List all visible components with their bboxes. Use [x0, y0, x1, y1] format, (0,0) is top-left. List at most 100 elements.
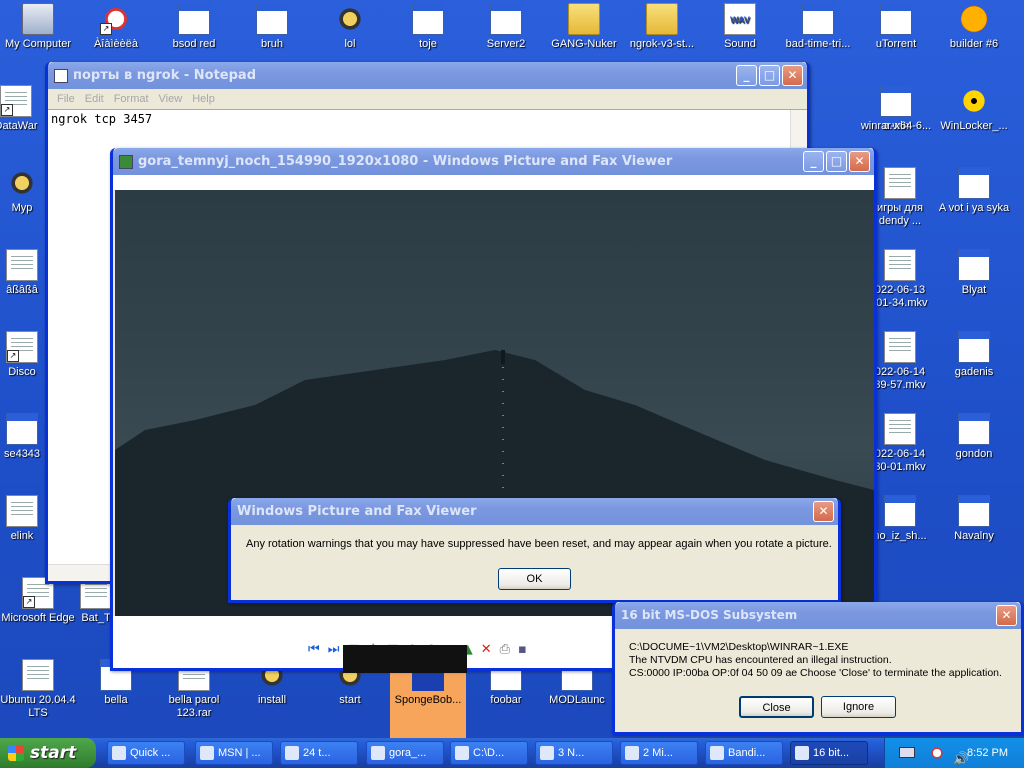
app-shortcut-icon [100, 3, 132, 35]
desktop-icon-utorrent[interactable]: uTorrent [858, 3, 934, 51]
save-icon[interactable]: ▪ [518, 642, 527, 657]
taskbar-item-16bit[interactable]: 16 bit... [790, 741, 868, 765]
desktop-icon-gang-nuker[interactable]: GANG-Nuker [546, 3, 622, 51]
desktop-icon-winlocker[interactable]: WinLocker_... [936, 85, 1012, 133]
desktop-icon-server2[interactable]: Server2 [468, 3, 544, 51]
desktop-icon-datawar[interactable]: DataWar [0, 85, 46, 133]
close-button[interactable]: ✕ [996, 605, 1017, 626]
maximize-button[interactable]: □ [759, 65, 780, 86]
viewer-top-band [113, 175, 874, 190]
taskbar-item-msn[interactable]: MSN | ... [195, 741, 273, 765]
document-icon [6, 495, 38, 527]
close-button[interactable]: ✕ [813, 501, 834, 522]
document-icon [6, 249, 38, 281]
orange-face-icon [958, 3, 990, 35]
desktop-icon-lol[interactable]: lol [312, 3, 388, 51]
menu-view[interactable]: View [159, 93, 183, 105]
dos-dialog-titlebar[interactable]: 16 bit MS-DOS Subsystem ✕ [615, 602, 1021, 629]
rotation-warning-dialog[interactable]: Windows Picture and Fax Viewer ✕ Any rot… [228, 498, 841, 603]
taskbar-item-gora[interactable]: gora_... [366, 741, 444, 765]
window-icon [6, 413, 38, 445]
taskbar-item-cmd[interactable]: C:\D... [450, 741, 528, 765]
minimize-button[interactable]: _ [736, 65, 757, 86]
desktop-icon-bsod-red[interactable]: bsod red [156, 3, 232, 51]
notepad-titlebar[interactable]: порты в ngrok - Notepad _ □ ✕ [48, 62, 807, 89]
next-image-icon[interactable]: ⏭ [328, 642, 340, 657]
desktop-icon-edge[interactable]: Microsoft Edge [0, 577, 76, 625]
viewer-titlebar[interactable]: gora_temnyj_noch_154990_1920x1080 - Wind… [113, 148, 874, 175]
window-icon [958, 249, 990, 281]
app-icon [6, 167, 38, 199]
taskbar-item-bandi[interactable]: Bandi... [705, 741, 783, 765]
document-icon [884, 331, 916, 363]
desktop-icon-ubuntu[interactable]: Ubuntu 20.04.4 LTS [0, 659, 76, 720]
ms-dos-subsystem-dialog[interactable]: 16 bit MS-DOS Subsystem ✕ C:\DOCUME~1\VM… [612, 602, 1024, 735]
system-tray: 🔊 8:52 PM [884, 738, 1024, 768]
shortcut-icon [6, 331, 38, 363]
taskbar-item-mi-group[interactable]: 2 Mi... [620, 741, 698, 765]
desktop-icon-mkv-3[interactable]: 022-06-14 30-01.mkv [870, 413, 930, 474]
window-icon [958, 413, 990, 445]
dos-close-button[interactable]: Close [739, 696, 814, 718]
desktop-icon-sound[interactable]: WAV Sound [702, 3, 778, 51]
window-icon [256, 3, 288, 35]
desktop-icon-mkv-1[interactable]: 022-06-13 -01-34.mkv [870, 249, 930, 310]
desktop-icon-dendy[interactable]: игры для dendy ... [870, 167, 930, 228]
desktop-icon-a-vot[interactable]: A vot i ya syka [936, 167, 1012, 215]
desktop-icon-bad-time[interactable]: bad-time-tri... [780, 3, 856, 51]
document-icon [884, 167, 916, 199]
picture-icon [119, 154, 133, 169]
taskbar-item-quick[interactable]: Quick ... [107, 741, 185, 765]
desktop-icon-ngrok[interactable]: ngrok-v3-st... [624, 3, 700, 51]
menu-edit[interactable]: Edit [85, 93, 104, 105]
window-icon [880, 85, 912, 117]
desktop-icon-app[interactable]: Àîàìèèëà [78, 3, 154, 51]
dos-ignore-button[interactable]: Ignore [821, 696, 896, 718]
desktop-icon-blyat[interactable]: Blyat [936, 249, 1012, 297]
clock[interactable]: 8:52 PM [967, 738, 1008, 768]
taskbar-item-notepad-group[interactable]: 3 N... [535, 741, 613, 765]
print-icon[interactable]: ⎙ [500, 642, 510, 657]
maximize-button[interactable]: □ [826, 151, 847, 172]
window-icon [880, 3, 912, 35]
desktop-icon-toje[interactable]: toje [390, 3, 466, 51]
gear-icon [334, 3, 366, 35]
taskbar-item-24[interactable]: 24 t... [280, 741, 358, 765]
dark-overlay-strip [343, 645, 467, 673]
window-icon [958, 331, 990, 363]
desktop-icon-builder[interactable]: builder #6 [936, 3, 1012, 51]
desktop-icon-winrar[interactable]: winrar-x64-6... [858, 85, 934, 133]
close-button[interactable]: ✕ [782, 65, 803, 86]
close-button[interactable]: ✕ [849, 151, 870, 172]
menu-file[interactable]: File [57, 93, 75, 105]
desktop-icon-mkv-2[interactable]: 022-06-14 39-57.mkv [870, 331, 930, 392]
window-icon [490, 3, 522, 35]
dos-dialog-message: C:\DOCUME~1\VM2\Desktop\WINRAR~1.EXE The… [629, 641, 1002, 679]
delete-icon[interactable]: ✕ [481, 642, 492, 657]
notepad-menubar: File Edit Format View Help [48, 89, 807, 109]
desktop-icon-bruh[interactable]: bruh [234, 3, 310, 51]
menu-help[interactable]: Help [192, 93, 215, 105]
keyboard-icon[interactable] [899, 747, 915, 758]
minimize-button[interactable]: _ [803, 151, 824, 172]
notepad-icon [54, 68, 68, 83]
desktop-icon-gadenis[interactable]: gadenis [936, 331, 1012, 379]
window-icon [958, 495, 990, 527]
taskbar: start Quick ... MSN | ... 24 t... gora_.… [0, 738, 1024, 768]
previous-image-icon[interactable]: ⏮ [308, 642, 320, 657]
start-button[interactable]: start [0, 738, 96, 768]
rotation-dialog-message: Any rotation warnings that you may have … [246, 538, 832, 550]
app-tray-icon[interactable] [929, 745, 945, 761]
ok-button[interactable]: OK [498, 568, 571, 590]
rotation-dialog-titlebar[interactable]: Windows Picture and Fax Viewer ✕ [231, 498, 838, 525]
computer-icon [22, 3, 54, 35]
zip-folder-icon [646, 3, 678, 35]
desktop-icon-my-computer[interactable]: My Computer [0, 3, 76, 51]
menu-format[interactable]: Format [114, 93, 149, 105]
document-icon [884, 413, 916, 445]
document-icon [22, 659, 54, 691]
window-icon [412, 3, 444, 35]
desktop-icon-navalny[interactable]: Navalny [936, 495, 1012, 543]
desktop-icon-gondon[interactable]: gondon [936, 413, 1012, 461]
desktop-icon-no-iz[interactable]: no_iz_sh... [870, 495, 930, 543]
